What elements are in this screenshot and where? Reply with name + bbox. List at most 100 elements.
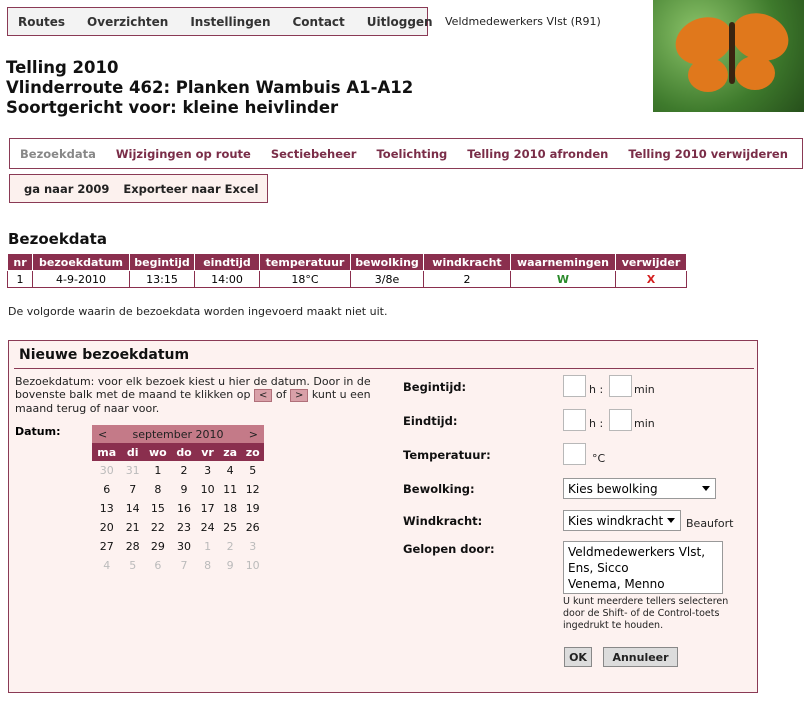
teller-option[interactable]: Ens, Sicco (568, 560, 718, 576)
export-excel-link[interactable]: Exporteer naar Excel (123, 182, 258, 196)
weekday-label: zo (241, 443, 264, 461)
calendar-month[interactable]: september 2010 (132, 428, 223, 441)
multiselect-hint: U kunt meerdere tellers selecteren door … (563, 596, 729, 631)
goto-2009-link[interactable]: ga naar 2009 (24, 182, 109, 196)
cell-date[interactable]: 4-9-2010 (32, 270, 130, 288)
next-month-button[interactable]: > (249, 428, 258, 441)
title-year: Telling 2010 (6, 58, 119, 77)
nav-routes[interactable]: Routes (18, 15, 65, 29)
calendar-day[interactable]: 10 (196, 480, 219, 499)
calendar-day[interactable]: 28 (121, 537, 144, 556)
bewolking-value: Kies bewolking (568, 481, 658, 496)
calendar-day[interactable]: 6 (92, 480, 121, 499)
cancel-button[interactable]: Annuleer (603, 647, 678, 667)
calendar-day[interactable]: 4 (219, 461, 242, 480)
weekday-label: vr (196, 443, 219, 461)
col-waarnemingen: waarnemingen (510, 253, 616, 271)
calendar-week: 4 5 6 7 8 9 10 (92, 556, 264, 575)
calendar-day[interactable]: 11 (219, 480, 242, 499)
calendar-day-other-month: 2 (226, 540, 234, 553)
col-eindtijd: eindtijd (194, 253, 260, 271)
calendar-day[interactable]: 26 (241, 518, 264, 537)
nav-contact[interactable]: Contact (293, 15, 345, 29)
temperatuur-input[interactable] (563, 443, 586, 465)
tab-afronden[interactable]: Telling 2010 afronden (467, 147, 608, 161)
calendar-day[interactable]: 30 (172, 537, 197, 556)
col-nr: nr (7, 253, 33, 271)
nav-overzichten[interactable]: Overzichten (87, 15, 168, 29)
calendar-day-other-month: 8 (204, 559, 212, 572)
eindtijd-min-input[interactable] (609, 409, 632, 431)
teller-option[interactable]: Venema, Menno (568, 576, 718, 592)
tab-sectiebeheer[interactable]: Sectiebeheer (271, 147, 357, 161)
cell-cloud: 3/8e (350, 270, 424, 288)
calendar-day[interactable]: 18 (219, 499, 242, 518)
calendar-day[interactable]: 29 (144, 537, 172, 556)
begintijd-h-unit: h : (589, 383, 604, 396)
calendar-week: 27 28 29 30 1 2 3 (92, 537, 264, 556)
calendar-body: 30 31 1 2 3 4 5 6 7 8 9 10 11 12 13 14 15 16 17 18 19 20 21 22 2… (92, 461, 264, 575)
calendar-day[interactable]: 1 (144, 461, 172, 480)
tab-toelichting[interactable]: Toelichting (376, 147, 447, 161)
windkracht-select[interactable]: Kies windkracht (563, 510, 681, 531)
calendar-day[interactable]: 5 (241, 461, 264, 480)
cell-nr: 1 (7, 270, 33, 288)
title-species: Soortgericht voor: kleine heivlinder (6, 98, 339, 117)
calendar-day[interactable]: 3 (196, 461, 219, 480)
calendar-day-other-month: 7 (180, 559, 188, 572)
calendar-day[interactable]: 25 (219, 518, 242, 537)
teller-multiselect[interactable]: Veldmedewerkers Vlst, Ens, Sicco Venema,… (563, 541, 723, 594)
gelopen-label: Gelopen door: (403, 542, 495, 556)
calendar-day[interactable]: 21 (121, 518, 144, 537)
calendar-day[interactable]: 23 (172, 518, 197, 537)
calendar-day[interactable]: 17 (196, 499, 219, 518)
ok-button[interactable]: OK (564, 647, 592, 667)
calendar-day[interactable]: 2 (172, 461, 197, 480)
calendar-day[interactable]: 15 (144, 499, 172, 518)
observations-link-label[interactable]: W (557, 273, 569, 286)
bewolking-select[interactable]: Kies bewolking (563, 478, 716, 499)
calendar-day[interactable]: 8 (144, 480, 172, 499)
observations-link[interactable]: W (510, 270, 616, 288)
calendar-day[interactable]: 24 (196, 518, 219, 537)
teller-option[interactable]: Veldmedewerkers Vlst, (568, 544, 718, 560)
nav-uitloggen[interactable]: Uitloggen (367, 15, 433, 29)
weekday-label: do (171, 443, 197, 461)
explain-of: of (272, 388, 290, 401)
eindtijd-min-unit: min (634, 417, 655, 430)
calendar-day[interactable]: 20 (92, 518, 121, 537)
delete-link[interactable]: X (615, 270, 687, 288)
calendar-day[interactable]: 19 (241, 499, 264, 518)
weekday-label: za (218, 443, 242, 461)
begintijd-hour-input[interactable] (563, 375, 586, 397)
delete-icon[interactable]: X (647, 273, 655, 286)
windkracht-value: Kies windkracht (568, 513, 664, 528)
prev-month-hint: < (253, 389, 273, 402)
user-label: Veldmedewerkers Vlst (R91) (445, 15, 601, 28)
calendar-week: 20 21 22 23 24 25 26 (92, 518, 264, 537)
prev-month-button[interactable]: < (98, 428, 107, 441)
eindtijd-hour-input[interactable] (563, 409, 586, 431)
calendar-day[interactable]: 12 (241, 480, 264, 499)
weekday-label: wo (143, 443, 172, 461)
calendar-day[interactable]: 22 (144, 518, 172, 537)
nav-instellingen[interactable]: Instellingen (190, 15, 270, 29)
col-bewolking: bewolking (350, 253, 424, 271)
divider (14, 368, 754, 369)
calendar-day[interactable]: 9 (172, 480, 197, 499)
begintijd-min-input[interactable] (609, 375, 632, 397)
calendar-day[interactable]: 13 (92, 499, 121, 518)
weekday-label: ma (92, 443, 122, 461)
calendar-day[interactable]: 7 (121, 480, 144, 499)
calendar-day[interactable]: 16 (172, 499, 197, 518)
tab-verwijderen[interactable]: Telling 2010 verwijderen (628, 147, 788, 161)
calendar-day[interactable]: 27 (92, 537, 121, 556)
new-visit-title: Nieuwe bezoekdatum (19, 347, 190, 363)
calendar-week: 13 14 15 16 17 18 19 (92, 499, 264, 518)
title-route: Vlinderroute 462: Planken Wambuis A1-A12 (6, 78, 414, 97)
tab-bezoekdata[interactable]: Bezoekdata (20, 147, 96, 161)
tab-wijzigingen[interactable]: Wijzigingen op route (116, 147, 251, 161)
calendar-day[interactable]: 14 (121, 499, 144, 518)
datum-label: Datum: (15, 425, 61, 438)
visits-table: nr bezoekdatum begintijd eindtijd temper… (7, 253, 687, 288)
